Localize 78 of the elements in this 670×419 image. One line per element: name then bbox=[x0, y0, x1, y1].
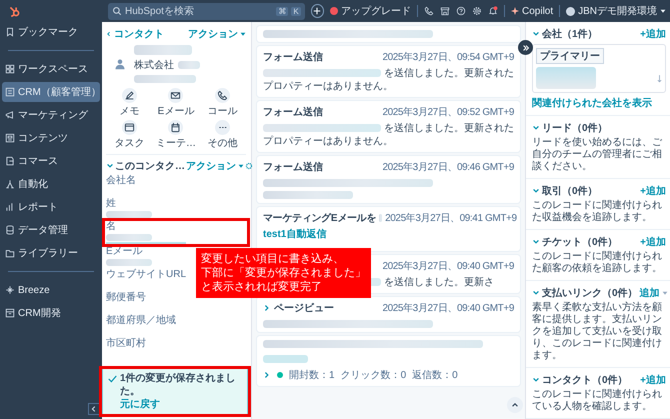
section-description: リードを使い始めるには、ご自分のチームの管理者にご相談ください。 bbox=[532, 137, 663, 173]
field-label: 姓 bbox=[106, 198, 116, 209]
sidebar-item[interactable]: Breeze bbox=[2, 280, 100, 300]
search-bar[interactable]: HubSpotを検索 ⌘ K bbox=[108, 2, 305, 20]
section-description: このレコードに関連付けられている人物を確認します。 bbox=[532, 389, 663, 413]
annotation-text: 変更したい項目に書き込み、 bbox=[201, 252, 345, 266]
back-link[interactable]: コンタクト bbox=[106, 27, 164, 41]
activity-date: 2025年3月27日、09:40 GMT+9 bbox=[382, 260, 514, 273]
primary-tag: プライマリー bbox=[536, 48, 604, 64]
sidebar-item[interactable]: CRM開発 bbox=[2, 303, 100, 323]
field-label: 名 bbox=[106, 221, 116, 232]
activity-date: 2025年3月27日、09:54 GMT+9 bbox=[382, 51, 514, 64]
section-title: 会社（1件） bbox=[542, 28, 599, 40]
annotation-text: 下部に「変更が保存されました」 bbox=[201, 266, 366, 280]
sidebar-item[interactable]: レポート bbox=[2, 197, 100, 217]
section-description: このレコードに関連付けられた収益機会を追跡します。 bbox=[532, 200, 663, 224]
copilot-button[interactable]: Copilot bbox=[511, 6, 554, 16]
toast-message: 1件の変更が保存されました。 bbox=[120, 372, 237, 398]
sidebar-item[interactable]: データ管理 bbox=[2, 220, 100, 240]
activity-title: フォーム送信 bbox=[263, 160, 324, 174]
activity-title: ページビュー bbox=[274, 302, 335, 315]
actions-menu[interactable]: アクション bbox=[188, 27, 246, 41]
annotation-text: と表示されれば変更完了 bbox=[201, 280, 323, 294]
sidebar-item[interactable]: CRM（顧客管理） bbox=[2, 82, 100, 102]
field-label: ウェブサイトURL bbox=[106, 269, 186, 280]
actions-menu[interactable]: アクション bbox=[186, 159, 244, 173]
email-button[interactable]: Eメール bbox=[152, 88, 200, 118]
account-menu[interactable]: JBNデモ開発環境 bbox=[566, 4, 666, 18]
field-label: 会社名 bbox=[106, 175, 136, 186]
task-button[interactable]: タスク bbox=[106, 120, 153, 150]
shortcut-key: K bbox=[291, 6, 301, 16]
view-companies-link[interactable]: 関連付けられた会社を表示 bbox=[532, 96, 652, 110]
email-stat: クリック数：0 bbox=[340, 369, 406, 382]
email-stat: 返信数：0 bbox=[412, 368, 458, 382]
field-label: 都道府県／地域 bbox=[106, 315, 176, 326]
sidebar-item[interactable]: ワークスペース bbox=[2, 59, 100, 79]
section-title: チケット（0件） bbox=[542, 236, 619, 248]
section-description: 素早く柔軟な支払い方法を顧客に提供します。支払いリンクを追加して支払いを受け取り、このレコードに関連付けます。 bbox=[532, 302, 663, 362]
field-label: 市区町村 bbox=[106, 338, 146, 349]
note-button[interactable]: メモ bbox=[106, 88, 153, 118]
section-title: 支払いリンク（0件） bbox=[542, 286, 638, 300]
section-title: このコンタク… bbox=[115, 160, 185, 173]
add-link[interactable]: 追加 bbox=[640, 286, 668, 300]
sidebar-item[interactable]: マーケティング bbox=[2, 105, 100, 125]
company-card[interactable]: プライマリー bbox=[532, 44, 666, 93]
section-description: このレコードに関連付けられた顧客の依頼を追跡します。 bbox=[532, 251, 663, 275]
call-button[interactable]: コール bbox=[199, 88, 246, 118]
field-label: 郵便番号 bbox=[106, 292, 146, 303]
activity-title: マーケティングEメールを bbox=[263, 212, 376, 225]
email-link[interactable]: test1自動返信 bbox=[263, 228, 326, 241]
section-title: コンタクト（0件） bbox=[542, 374, 629, 386]
section-title: リード（0件） bbox=[542, 122, 609, 134]
activity-date: 2025年3月27日、09:40 GMT+9 bbox=[382, 302, 514, 315]
upgrade-button[interactable]: アップグレード bbox=[330, 4, 412, 18]
search-field[interactable]: HubSpotを検索 bbox=[125, 6, 274, 16]
activity-text: を送信しました。更新されたプロパティーはありません。 bbox=[263, 122, 514, 148]
add-link[interactable]: +追加 bbox=[640, 234, 666, 248]
activity-title: フォーム送信 bbox=[263, 50, 324, 64]
activity-date: 2025年3月27日、09:41 GMT+9 bbox=[385, 212, 517, 225]
sidebar-item[interactable]: ブックマーク bbox=[2, 22, 100, 42]
meeting-button[interactable]: ミーテ… bbox=[152, 120, 200, 150]
email-stat: 開封数：1 bbox=[289, 368, 335, 382]
company-name: 株式会社 bbox=[134, 58, 174, 72]
activity-date: 2025年3月27日、09:46 GMT+9 bbox=[382, 161, 514, 174]
activity-text: を送信しました。更新されたプロパティーはありません。 bbox=[263, 67, 514, 93]
sidebar-item[interactable]: ライブラリー bbox=[2, 243, 100, 263]
sidebar-item[interactable]: 自動化 bbox=[2, 174, 100, 194]
more-button[interactable]: その他 bbox=[199, 120, 246, 150]
shortcut-key: ⌘ bbox=[276, 6, 288, 16]
activity-title: フォーム送信 bbox=[263, 106, 324, 119]
section-title: 取引（0件） bbox=[542, 184, 599, 198]
add-link[interactable]: +追加 bbox=[640, 372, 666, 386]
sidebar-item[interactable]: コマース bbox=[2, 151, 100, 171]
add-link[interactable]: +追加 bbox=[640, 184, 666, 198]
field-label: Eメール bbox=[106, 246, 143, 257]
add-link[interactable]: +追加 bbox=[640, 26, 666, 40]
activity-date: 2025年3月27日、09:52 GMT+9 bbox=[382, 106, 514, 119]
sidebar-item[interactable]: コンテンツ bbox=[2, 128, 100, 148]
